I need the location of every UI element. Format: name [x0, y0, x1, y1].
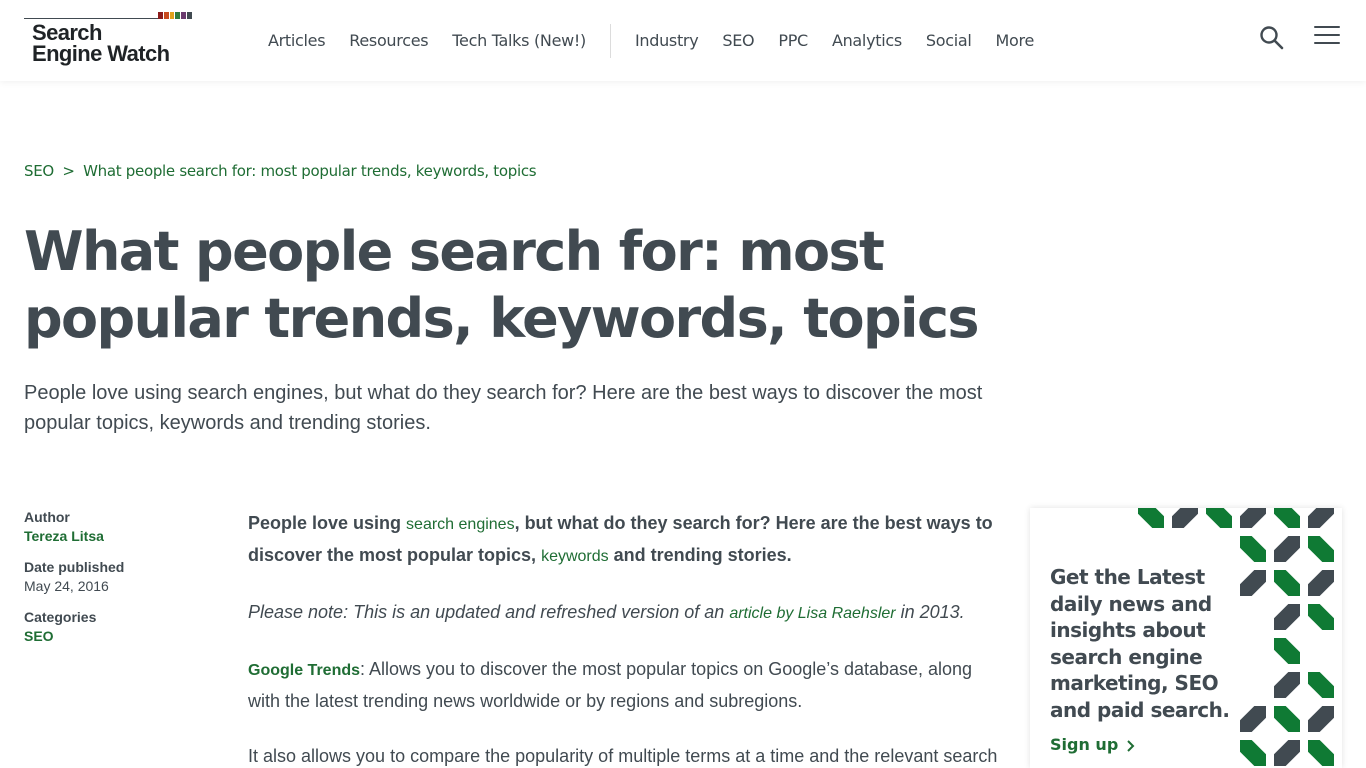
pattern-tile — [1240, 536, 1266, 562]
categories-label: Categories — [24, 609, 97, 625]
pattern-tile — [1308, 604, 1334, 630]
newsletter-text: Get the Latest daily news and insights a… — [1050, 565, 1230, 722]
breadcrumb-current[interactable]: What people search for: most popular tre… — [83, 162, 536, 180]
article-body: People love using search engines, but wh… — [248, 508, 1008, 768]
logo-color-bars — [158, 12, 192, 19]
breadcrumb: SEO > What people search for: most popul… — [24, 162, 537, 180]
nav-articles[interactable]: Articles — [256, 31, 337, 50]
newsletter-card: Get the Latest daily news and insights a… — [1030, 508, 1342, 768]
chevron-right-icon — [1127, 739, 1135, 752]
nav-social[interactable]: Social — [914, 31, 984, 50]
pattern-tile — [1206, 508, 1232, 528]
nav-ppc[interactable]: PPC — [766, 31, 820, 50]
article-note: Please note: This is an updated and refr… — [248, 597, 1008, 629]
site-logo[interactable]: Search Engine Watch — [24, 12, 192, 70]
nav-divider — [609, 23, 611, 58]
menu-button[interactable] — [1314, 26, 1340, 50]
logo-rule — [24, 18, 158, 19]
logo-wordmark: Search Engine Watch — [32, 20, 170, 66]
pattern-tile — [1240, 740, 1266, 766]
pattern-tile — [1274, 638, 1300, 664]
google-trends-paragraph: Google Trends: Allows you to discover th… — [248, 654, 1008, 716]
pattern-tile — [1274, 604, 1300, 630]
pattern-tile — [1274, 536, 1300, 562]
search-icon — [1260, 26, 1284, 50]
sign-up-link[interactable]: Sign up — [1050, 735, 1136, 754]
lisa-raehsler-article-link[interactable]: article by Lisa Raehsler — [729, 605, 895, 622]
pattern-tile — [1308, 672, 1334, 698]
sign-up-label: Sign up — [1050, 735, 1119, 754]
pattern-tile — [1274, 740, 1300, 766]
pattern-tile — [1274, 570, 1300, 596]
logo-line-1: Search — [32, 20, 102, 45]
pattern-tile — [1308, 740, 1334, 766]
search-engines-link[interactable]: search engines — [406, 516, 515, 533]
site-header: Search Engine Watch Articles Resources T… — [0, 0, 1366, 81]
article-meta: Author Tereza Litsa Date published May 2… — [24, 508, 204, 658]
breadcrumb-parent[interactable]: SEO — [24, 162, 54, 180]
main-nav: Articles Resources Tech Talks (New!) Ind… — [256, 0, 1046, 81]
nav-seo[interactable]: SEO — [710, 31, 766, 50]
pattern-tile — [1308, 536, 1334, 562]
author-label: Author — [24, 509, 70, 525]
breadcrumb-separator: > — [62, 162, 75, 180]
article-subtitle: People love using search engines, but wh… — [24, 382, 983, 434]
lead-text-3: and trending stories. — [608, 545, 792, 565]
keywords-link[interactable]: keywords — [541, 548, 609, 565]
nav-resources[interactable]: Resources — [337, 31, 440, 50]
nav-tech-talks[interactable]: Tech Talks (New!) — [440, 31, 598, 50]
google-trends-link[interactable]: Google Trends — [248, 662, 360, 679]
pattern-tile — [1308, 508, 1334, 528]
pattern-tile — [1240, 508, 1266, 528]
pattern-tile — [1274, 508, 1300, 528]
note-text-2: in 2013. — [895, 602, 965, 622]
date-published: May 24, 2016 — [24, 578, 109, 594]
nav-more[interactable]: More — [984, 31, 1046, 50]
article-paragraph-4: It also allows you to compare the popula… — [248, 746, 998, 766]
pattern-tile — [1274, 672, 1300, 698]
nav-industry[interactable]: Industry — [623, 31, 710, 50]
article-lead: People love using search engines, but wh… — [248, 508, 1008, 572]
pattern-tile — [1274, 706, 1300, 732]
nav-analytics[interactable]: Analytics — [820, 31, 914, 50]
hamburger-menu-icon — [1314, 26, 1340, 44]
date-label: Date published — [24, 559, 125, 575]
note-text-1: Please note: This is an updated and refr… — [248, 602, 730, 622]
category-link[interactable]: SEO — [24, 626, 204, 646]
pattern-tile — [1172, 508, 1198, 528]
pattern-tile — [1308, 706, 1334, 732]
pattern-tile — [1138, 508, 1164, 528]
lead-text-1: People love using — [248, 513, 407, 533]
logo-line-2: Engine Watch — [32, 41, 170, 66]
author-link[interactable]: Tereza Litsa — [24, 526, 204, 546]
pattern-tile — [1308, 570, 1334, 596]
page-title: What people search for: most popular tre… — [24, 220, 980, 350]
search-button[interactable] — [1258, 24, 1286, 52]
